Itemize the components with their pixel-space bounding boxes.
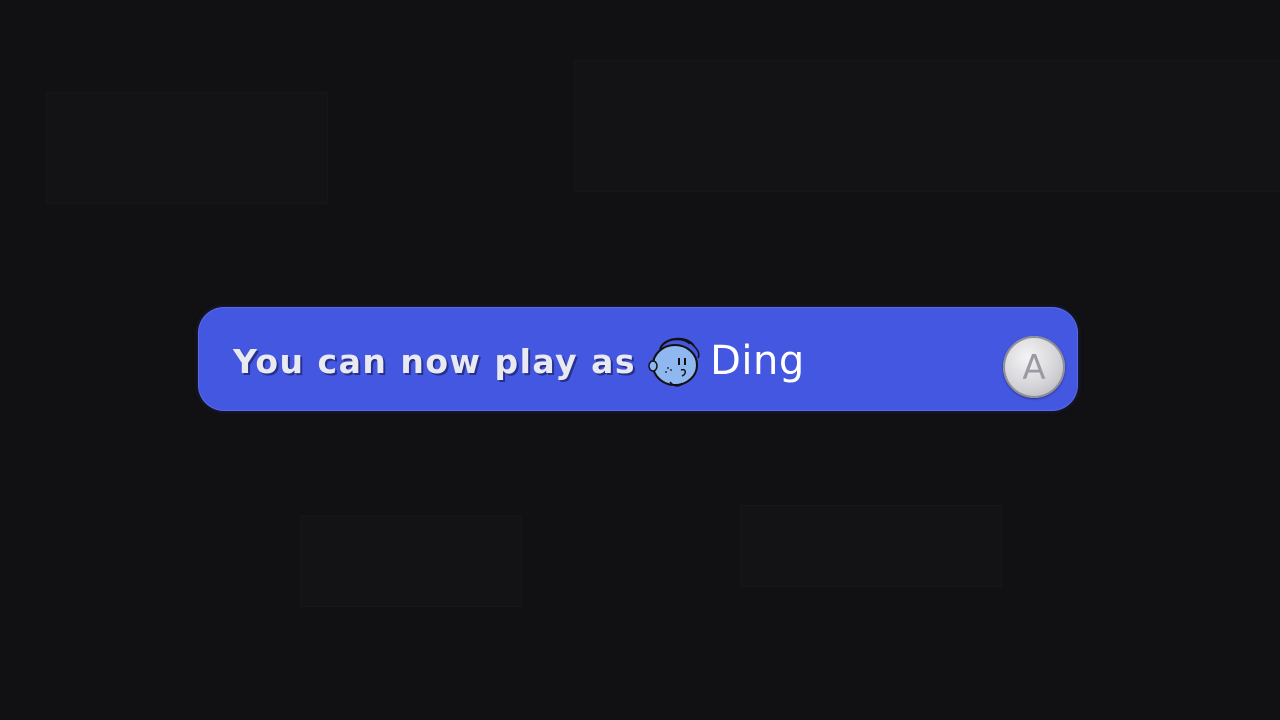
- background-panel: [300, 515, 522, 607]
- a-button-confirm[interactable]: A: [1003, 336, 1065, 398]
- background-panel: [574, 60, 1280, 192]
- unlock-message-text: You can now play as: [233, 341, 637, 381]
- game-screen: You can now play as Ding A: [0, 0, 1280, 720]
- a-button-label: A: [1022, 348, 1046, 388]
- background-panel: [46, 92, 328, 204]
- unlock-message: You can now play as Ding: [233, 333, 805, 389]
- background-panel: [740, 505, 1002, 587]
- character-name: Ding: [710, 338, 805, 384]
- character-face-icon: [646, 332, 704, 390]
